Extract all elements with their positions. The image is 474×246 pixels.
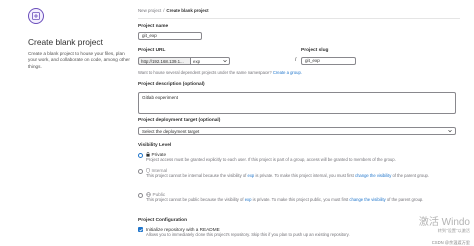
project-configuration-label: Project Configuration — [138, 218, 188, 223]
breadcrumb-new-project[interactable]: New project — [138, 8, 161, 13]
visibility-internal-desc: This project cannot be internal because … — [146, 173, 429, 179]
url-help-sentence: Want to house several dependent projects… — [138, 70, 272, 75]
internal-namespace-link[interactable]: exp — [248, 173, 255, 178]
namespace-value: exp — [193, 58, 201, 64]
url-slash-separator: / — [295, 57, 297, 63]
visibility-internal-desc-post: of the parent group. — [392, 173, 430, 178]
page-title: Create blank project — [28, 37, 103, 47]
chevron-down-icon — [223, 59, 227, 63]
form-panel: New project / Create blank project — [138, 0, 460, 19]
watermark-title: 激活 Windo — [418, 217, 470, 228]
page-description: Create a blank project to house your fil… — [28, 50, 130, 70]
internal-change-visibility-link[interactable]: change the visibility — [355, 173, 391, 178]
project-slug-label: Project slug — [301, 48, 329, 53]
readme-checkbox[interactable] — [138, 227, 143, 232]
csdn-credit: CSDN @余温渡万里 — [431, 240, 470, 245]
visibility-public-desc-post: of the parent group. — [386, 197, 424, 202]
project-description-label: Project description (optional) — [138, 82, 205, 87]
readme-option[interactable]: Initialize repository with a README Allo… — [138, 227, 458, 238]
project-name-label: Project name — [138, 24, 169, 29]
deployment-target-select[interactable]: Select the deployment target — [138, 127, 456, 135]
left-panel: Create blank project Create a blank proj… — [28, 8, 132, 71]
project-slug-input[interactable]: git_exp — [301, 57, 356, 65]
windows-activation-watermark: 激活 Windo 转到"设置"以激活 — [419, 213, 470, 234]
visibility-public-desc-pre: This project cannot be public because th… — [146, 197, 244, 202]
project-description-textarea[interactable]: Gitlab experiment — [138, 92, 456, 114]
deployment-target-label: Project deployment target (optional) — [138, 118, 221, 123]
project-url-prefix: http://192.168.139.1... — [138, 57, 190, 65]
check-icon — [138, 228, 143, 232]
project-url-row: http://192.168.139.1... exp — [138, 57, 230, 65]
visibility-public-radio[interactable] — [138, 192, 143, 198]
create-project-page: Create blank project Create a blank proj… — [0, 0, 474, 246]
project-slug-value: git_exp — [305, 58, 320, 63]
visibility-label: Visibility Level — [138, 143, 172, 148]
public-namespace-link[interactable]: exp — [245, 197, 252, 202]
visibility-private-radio[interactable] — [138, 152, 143, 158]
visibility-private-desc: Project access must be granted explicitl… — [146, 157, 396, 162]
project-name-value: git_exp — [142, 33, 157, 38]
readme-checkbox-help: Allows you to immediately clone this pro… — [146, 232, 350, 237]
watermark-subtitle: 转到"设置"以激活 — [437, 228, 470, 233]
breadcrumb-separator: / — [163, 8, 165, 13]
visibility-internal-radio[interactable] — [138, 168, 143, 174]
visibility-public-desc: This project cannot be public because th… — [146, 197, 423, 203]
create-group-link[interactable]: Create a group. — [273, 70, 302, 75]
visibility-public-desc-mid: is private. To make this project public,… — [252, 197, 349, 202]
chevron-down-icon — [448, 129, 452, 133]
project-url-label: Project URL — [138, 48, 166, 53]
project-description-value: Gitlab experiment — [142, 95, 179, 100]
breadcrumb-current: Create blank project — [166, 8, 209, 13]
visibility-internal-desc-mid: is private. To make this project interna… — [255, 173, 354, 178]
visibility-internal-desc-pre: This project cannot be internal because … — [146, 173, 247, 178]
public-change-visibility-link[interactable]: change the visibility — [349, 197, 385, 202]
namespace-select[interactable]: exp — [190, 57, 230, 65]
plus-icon — [28, 8, 44, 24]
visibility-internal-option[interactable]: Internal This project cannot be internal… — [138, 168, 458, 179]
visibility-public-option[interactable]: Public This project cannot be public bec… — [138, 192, 458, 203]
visibility-private-option[interactable]: Private Project access must be granted e… — [138, 152, 458, 163]
url-help-text: Want to house several dependent projects… — [138, 70, 302, 75]
project-name-input[interactable]: git_exp — [138, 32, 202, 40]
breadcrumb: New project / Create blank project — [138, 0, 460, 19]
deployment-target-placeholder: Select the deployment target — [142, 128, 200, 134]
